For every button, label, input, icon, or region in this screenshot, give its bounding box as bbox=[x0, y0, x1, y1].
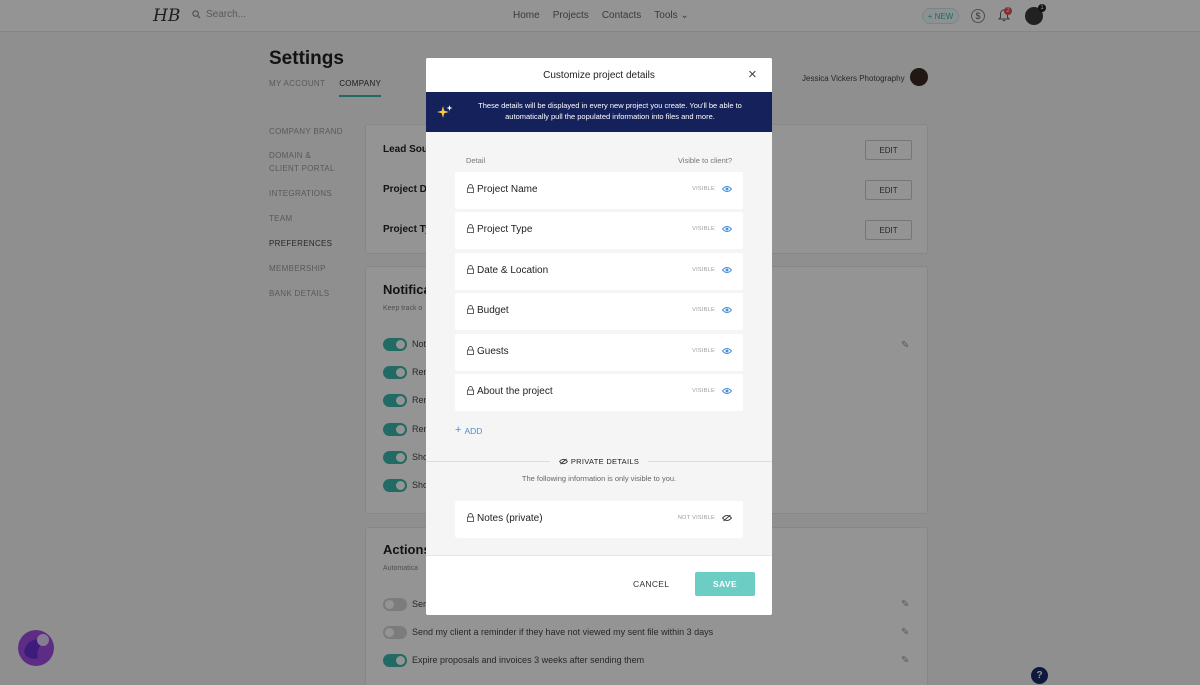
cancel-button[interactable]: CANCEL bbox=[633, 579, 669, 589]
lock-icon bbox=[467, 184, 474, 193]
private-details-title: PRIVATE DETAILS bbox=[570, 457, 640, 466]
detail-row-notes-private[interactable]: Notes (private) NOT VISIBLE bbox=[455, 501, 743, 538]
detail-row-about-project[interactable]: About the project VISIBLE bbox=[455, 374, 743, 411]
lock-icon bbox=[467, 305, 474, 314]
detail-name: Guests bbox=[477, 346, 509, 357]
lock-icon bbox=[467, 386, 474, 395]
eye-slash-icon[interactable] bbox=[722, 514, 732, 522]
visibility-label: VISIBLE bbox=[692, 267, 715, 273]
visibility-label: NOT VISIBLE bbox=[677, 515, 715, 521]
visibility-label: VISIBLE bbox=[692, 186, 715, 192]
eye-icon[interactable] bbox=[722, 266, 732, 274]
detail-name: About the project bbox=[477, 386, 553, 397]
visibility-label: VISIBLE bbox=[692, 226, 715, 232]
detail-row-project-type[interactable]: Project Type VISIBLE bbox=[455, 212, 743, 249]
info-banner: These details will be displayed in every… bbox=[426, 92, 772, 132]
add-label: ADD bbox=[464, 425, 483, 436]
visibility-label: VISIBLE bbox=[692, 307, 715, 313]
detail-row-guests[interactable]: Guests VISIBLE bbox=[455, 334, 743, 371]
banner-text: These details will be displayed in every… bbox=[478, 101, 742, 121]
detail-name: Project Type bbox=[477, 224, 533, 235]
eye-slash-icon bbox=[558, 458, 568, 465]
private-details-subtitle: The following information is only visibl… bbox=[521, 474, 677, 483]
detail-row-date-location[interactable]: Date & Location VISIBLE bbox=[455, 253, 743, 290]
add-detail-button[interactable]: + ADD bbox=[455, 425, 482, 436]
lock-icon bbox=[467, 265, 474, 274]
lock-icon bbox=[467, 224, 474, 233]
eye-icon[interactable] bbox=[722, 306, 732, 314]
column-header-detail: Detail bbox=[466, 156, 486, 165]
lock-icon bbox=[467, 513, 474, 522]
eye-icon[interactable] bbox=[722, 387, 732, 395]
close-icon[interactable]: × bbox=[748, 67, 757, 82]
private-details-heading: PRIVATE DETAILS bbox=[550, 457, 648, 466]
lock-icon bbox=[467, 346, 474, 355]
visibility-label: VISIBLE bbox=[692, 348, 715, 354]
modal-footer: CANCEL SAVE bbox=[426, 555, 772, 615]
column-header-visible: Visible to client? bbox=[677, 156, 732, 165]
eye-icon[interactable] bbox=[722, 185, 732, 193]
save-button[interactable]: SAVE bbox=[695, 572, 755, 596]
visibility-label: VISIBLE bbox=[692, 388, 715, 394]
customize-project-details-modal: Customize project details × These detail… bbox=[426, 58, 772, 615]
detail-name: Date & Location bbox=[477, 265, 549, 276]
sparkle-icon bbox=[437, 105, 453, 118]
modal-header: Customize project details × bbox=[426, 58, 772, 92]
plus-icon: + bbox=[455, 424, 462, 436]
eye-icon[interactable] bbox=[722, 225, 732, 233]
detail-name: Notes (private) bbox=[477, 513, 543, 524]
detail-row-project-name[interactable]: Project Name VISIBLE bbox=[455, 172, 743, 209]
detail-name: Project Name bbox=[477, 184, 538, 195]
modal-title: Customize project details bbox=[543, 70, 655, 81]
eye-icon[interactable] bbox=[722, 347, 732, 355]
detail-name: Budget bbox=[477, 305, 509, 316]
detail-row-budget[interactable]: Budget VISIBLE bbox=[455, 293, 743, 330]
